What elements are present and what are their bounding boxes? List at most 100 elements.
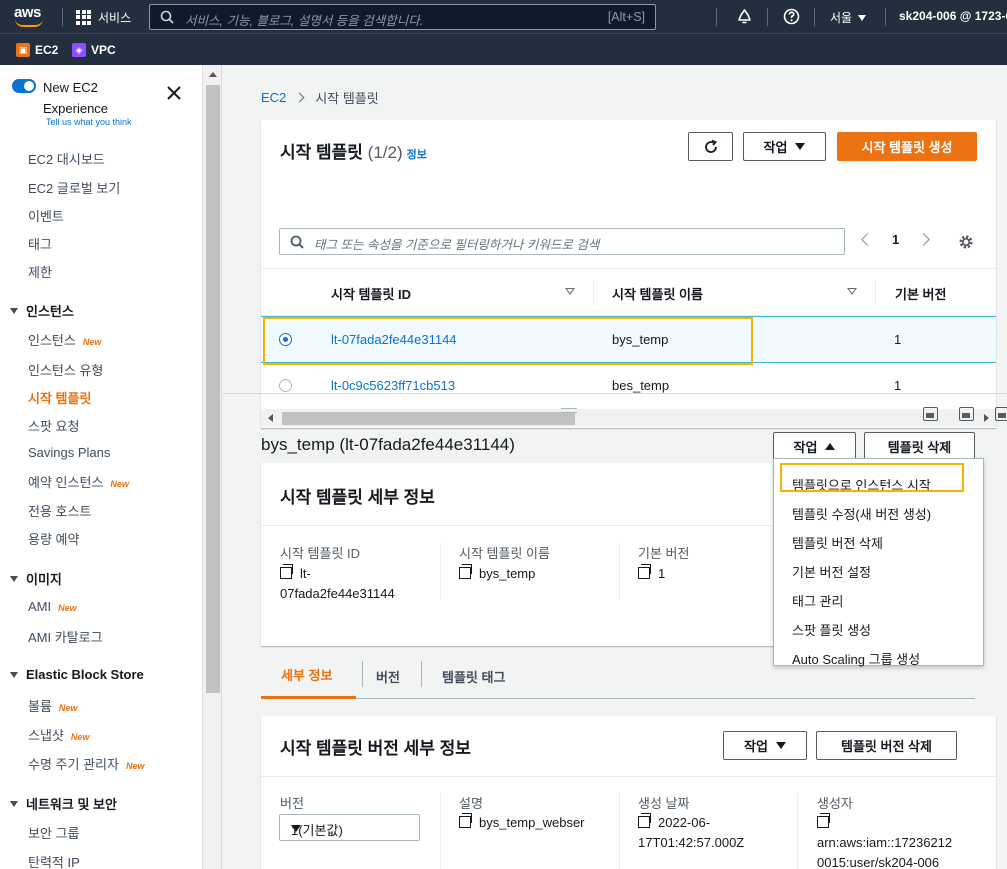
- grid-icon: [76, 9, 91, 25]
- sidebar: New EC2 Experience Tell us what you thin…: [0, 65, 222, 869]
- delete-version-button[interactable]: 템플릿 버전 삭제: [816, 731, 957, 760]
- version-select[interactable]: 1(기본값): [279, 814, 420, 841]
- template-id-link[interactable]: lt-07fada2fe44e31144: [331, 332, 457, 347]
- sidebar-item-launch-templates[interactable]: 시작 템플릿: [28, 388, 91, 407]
- notification-bell-icon[interactable]: [736, 8, 753, 25]
- sidebar-item-tags[interactable]: 태그: [28, 234, 52, 253]
- sidebar-item-instance-types[interactable]: 인스턴스 유형: [28, 360, 103, 379]
- triangle-down-icon: [10, 575, 18, 582]
- filter-input[interactable]: 태그 또는 속성을 기준으로 필터링하거나 키워드로 검색: [279, 228, 845, 255]
- tab-versions[interactable]: 버전: [376, 653, 400, 699]
- sidebar-section-instances[interactable]: 인스턴스: [10, 301, 74, 320]
- sidebar-item-instances[interactable]: 인스턴스 New: [28, 330, 101, 349]
- copy-icon[interactable]: [459, 564, 472, 579]
- menu-item-delete-version[interactable]: 템플릿 버전 삭제: [792, 533, 883, 552]
- new-badge: New: [125, 761, 145, 771]
- account-menu[interactable]: sk204-006 @ 1723-6: [899, 9, 1007, 23]
- menu-item-modify-template[interactable]: 템플릿 수정(새 버전 생성): [792, 504, 931, 523]
- breadcrumb-ec2-link[interactable]: EC2: [261, 90, 286, 105]
- refresh-button[interactable]: [688, 132, 733, 161]
- table-header: 시작 템플릿 ID 시작 템플릿 이름 기본 버전: [261, 268, 996, 316]
- sidebar-section-ebs[interactable]: Elastic Block Store: [10, 667, 144, 682]
- create-launch-template-button[interactable]: 시작 템플릿 생성: [837, 132, 977, 161]
- copy-icon[interactable]: [280, 564, 293, 579]
- sidebar-item-security-groups[interactable]: 보안 그룹: [28, 823, 79, 842]
- aws-logo[interactable]: aws: [14, 4, 48, 28]
- feedback-link[interactable]: Tell us what you think: [46, 117, 132, 127]
- default-version-value: 1: [638, 564, 665, 584]
- version-details-panel: 시작 템플릿 버전 세부 정보 작업 템플릿 버전 삭제 버전 설명 bys_t…: [261, 716, 996, 869]
- table-row[interactable]: lt-07fada2fe44e31144 bys_temp 1: [261, 316, 996, 363]
- sidebar-item-global-view[interactable]: EC2 글로벌 보기: [28, 178, 120, 197]
- chevron-right-icon[interactable]: [917, 233, 931, 246]
- row-radio-button[interactable]: [279, 333, 292, 346]
- sort-icon[interactable]: [565, 288, 575, 295]
- menu-item-manage-tags[interactable]: 태그 관리: [792, 591, 843, 610]
- delete-template-button[interactable]: 템플릿 삭제: [864, 432, 975, 461]
- sidebar-item-reserved-instances[interactable]: 예약 인스턴스 New: [28, 472, 129, 491]
- copy-icon[interactable]: [638, 813, 651, 828]
- sidebar-item-ami-catalog[interactable]: AMI 카탈로그: [28, 627, 103, 646]
- sidebar-item-ami[interactable]: AMI New: [28, 599, 77, 614]
- favorite-vpc[interactable]: ◈ VPC: [72, 43, 116, 57]
- favorite-ec2[interactable]: ▣ EC2: [16, 43, 58, 57]
- table-horizontal-scrollbar[interactable]: [261, 409, 996, 427]
- sidebar-item-limits[interactable]: 제한: [28, 262, 52, 281]
- detail-title: bys_temp (lt-07fada2fe44e31144): [261, 435, 515, 454]
- new-badge: New: [82, 337, 102, 347]
- sidebar-section-images[interactable]: 이미지: [10, 569, 62, 588]
- scroll-right-icon[interactable]: [984, 414, 989, 422]
- template-id-link[interactable]: lt-0c9c5623ff71cb513: [331, 378, 455, 393]
- scroll-up-icon[interactable]: [209, 72, 217, 77]
- chevron-left-icon[interactable]: [861, 233, 874, 246]
- scroll-left-icon[interactable]: [268, 414, 273, 422]
- sidebar-item-spot-requests[interactable]: 스팟 요청: [28, 416, 79, 435]
- menu-item-set-default-version[interactable]: 기본 버전 설정: [792, 562, 871, 581]
- menu-item-create-spot-fleet[interactable]: 스팟 플릿 생성: [792, 620, 871, 639]
- sidebar-item-events[interactable]: 이벤트: [28, 206, 64, 225]
- tab-template-tags[interactable]: 템플릿 태그: [442, 653, 505, 699]
- sort-icon[interactable]: [847, 288, 857, 295]
- copy-icon[interactable]: [817, 813, 830, 828]
- panel-title: 시작 템플릿 (1/2) 정보: [280, 143, 427, 162]
- split-bottom-icon[interactable]: [923, 407, 938, 421]
- sidebar-item-snapshots[interactable]: 스냅샷 New: [28, 725, 89, 744]
- column-header-name[interactable]: 시작 템플릿 이름: [612, 284, 703, 303]
- global-search-input[interactable]: 서비스, 기능, 블로그, 설명서 등을 검색합니다. [Alt+S]: [149, 4, 656, 30]
- new-experience-toggle[interactable]: [12, 79, 36, 93]
- sidebar-item-elastic-ip[interactable]: 탄력적 IP: [28, 852, 80, 869]
- column-header-id[interactable]: 시작 템플릿 ID: [331, 284, 411, 303]
- caret-down-icon: [795, 143, 806, 150]
- menu-item-launch-instance[interactable]: 템플릿으로 인스턴스 시작: [792, 475, 931, 494]
- split-full-icon[interactable]: [995, 407, 1007, 421]
- split-side-icon[interactable]: [959, 407, 974, 421]
- info-link[interactable]: 정보: [407, 149, 427, 161]
- gear-icon[interactable]: [958, 234, 974, 250]
- sidebar-item-dedicated-hosts[interactable]: 전용 호스트: [28, 501, 91, 520]
- copy-icon[interactable]: [638, 564, 651, 579]
- row-radio-button[interactable]: [279, 379, 292, 392]
- sidebar-section-network[interactable]: 네트워크 및 보안: [10, 794, 117, 813]
- tab-details[interactable]: 세부 정보: [261, 653, 356, 699]
- column-header-default-version[interactable]: 기본 버전: [895, 284, 946, 303]
- region-selector[interactable]: 서울: [830, 9, 867, 26]
- copy-icon[interactable]: [459, 813, 472, 828]
- page-number[interactable]: 1: [892, 232, 899, 247]
- services-menu-button[interactable]: 서비스: [76, 8, 131, 26]
- scrollbar-thumb[interactable]: [282, 412, 575, 425]
- actions-button[interactable]: 작업: [743, 132, 826, 161]
- sidebar-scrollbar[interactable]: [202, 65, 221, 869]
- detail-actions-button[interactable]: 작업: [773, 432, 856, 461]
- sidebar-item-savings-plans[interactable]: Savings Plans: [28, 445, 110, 460]
- template-id-value: lt- 07fada2fe44e31144: [280, 564, 395, 601]
- sidebar-item-volumes[interactable]: 볼륨 New: [28, 696, 77, 715]
- sidebar-item-lifecycle-manager[interactable]: 수명 주기 관리자 New: [28, 754, 144, 773]
- sidebar-item-dashboard[interactable]: EC2 대시보드: [28, 149, 105, 168]
- close-icon[interactable]: [166, 85, 182, 101]
- resize-handle[interactable]: [561, 408, 577, 413]
- version-actions-button[interactable]: 작업: [723, 731, 807, 760]
- table-row[interactable]: lt-0c9c5623ff71cb513 bes_temp 1: [261, 363, 996, 410]
- scrollbar-thumb[interactable]: [206, 85, 220, 693]
- help-icon[interactable]: [783, 8, 800, 25]
- sidebar-item-capacity-reservations[interactable]: 용량 예약: [28, 529, 79, 548]
